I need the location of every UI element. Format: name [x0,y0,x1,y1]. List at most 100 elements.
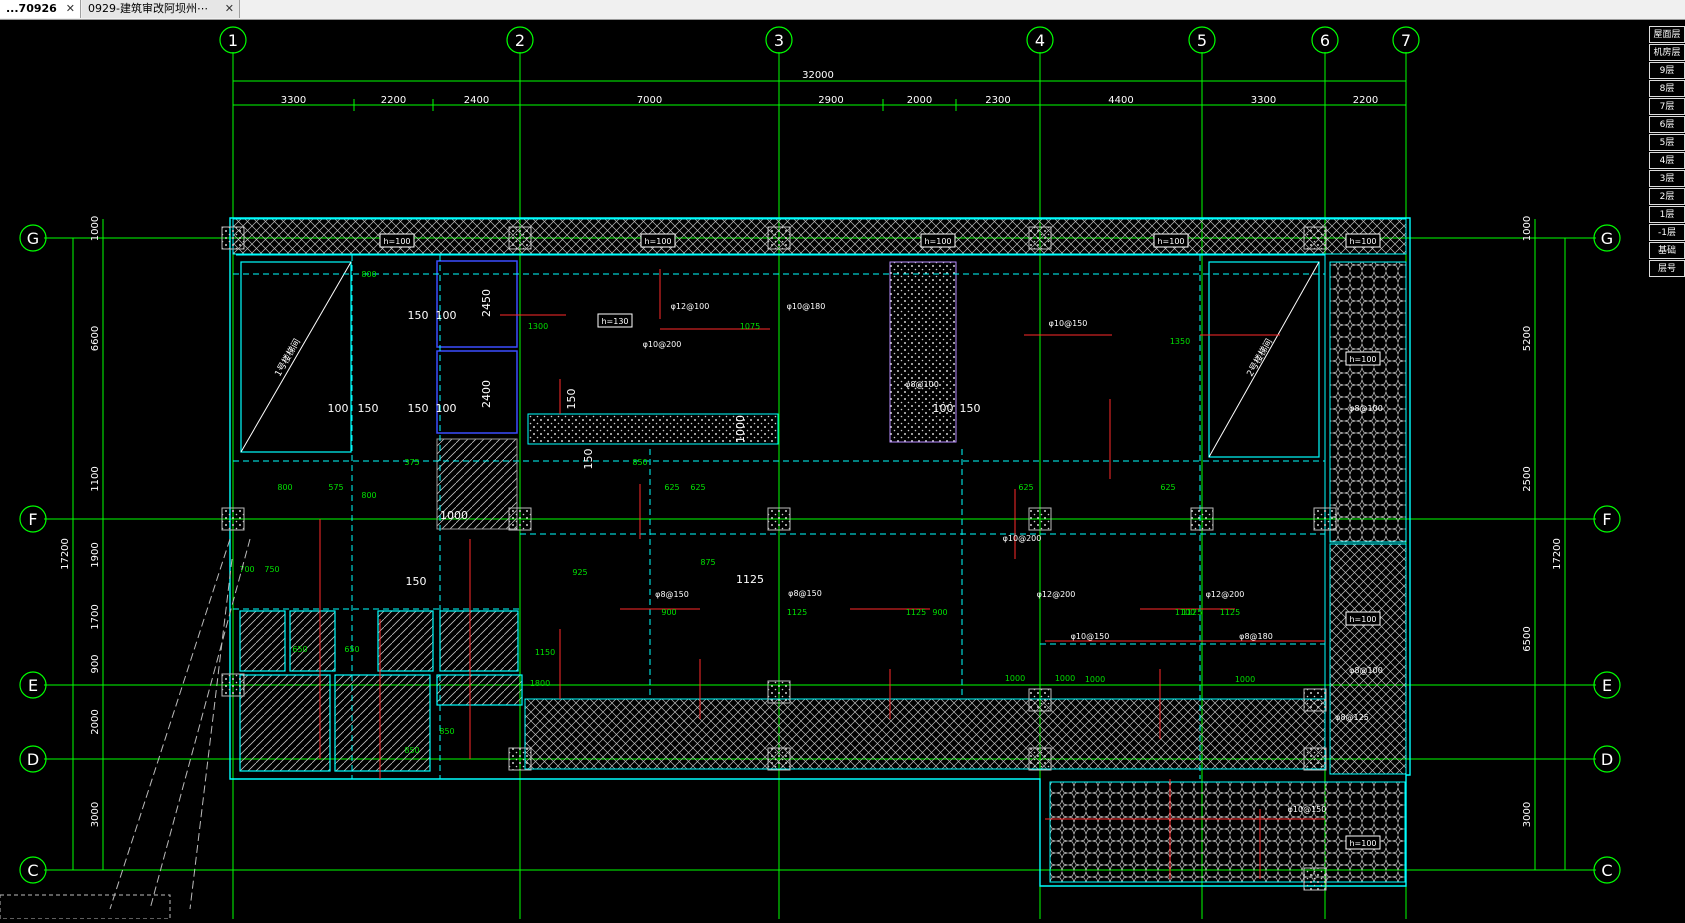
top-dimension-label: 2200 [381,95,406,106]
opening-dimension-label: 150 [582,449,595,470]
rebar-spec-label: φ8@180 [1239,632,1273,641]
left-dimension-label: 900 [90,654,101,673]
tab-label: 0929-建筑审改阿坝州⋯ [88,2,208,15]
grid-row-label: G [1601,229,1613,248]
opening-dimension-label: 150 [565,389,578,410]
top-dimension-label: 2000 [907,95,932,106]
rebar-spec-label: φ10@200 [643,340,682,349]
rebar-spec-label: φ8@150 [655,590,689,599]
opening-dimension-label: 1000 [734,415,747,443]
grid-column-label: 1 [228,31,238,50]
legend-row: 4层 [1649,152,1685,169]
left-dimension-label: 1900 [90,542,101,567]
slab-thickness-label: h=100 [1349,839,1376,848]
top-dimension-label: 2900 [818,95,843,106]
small-room-hatched [377,610,434,672]
structural-column [767,507,791,531]
rebar-length-label: 1075 [740,322,760,331]
elevator-shaft [436,350,518,434]
structural-column [1303,226,1327,250]
structural-column [221,673,245,697]
slab-hatch-area [1049,781,1406,883]
opening-dimension-label: 100 [328,402,349,415]
small-room-hatched [439,610,519,672]
right-dimension-label: 5200 [1522,326,1533,351]
grid-row-label: C [1601,861,1612,880]
left-dimension-label: 6600 [90,326,101,351]
rebar-spec-label: φ8@125 [1335,713,1369,722]
opening-dimension-label: 2450 [480,289,493,317]
structural-column [508,507,532,531]
tab-label: ...70926 [6,2,57,15]
tab-drawing-1[interactable]: ...70926 ✕ [0,0,81,18]
cad-drawing-canvas[interactable]: 1 2 3 4 5 6 7 G G F F E E D D C C 32000 3300 2200 2400 7000 29… [0,19,1685,920]
structural-column [767,747,791,771]
rebar-length-label: 1000 [1005,674,1025,683]
opening-dimension-label: 150 [406,575,427,588]
slab-thickness-label: h=100 [644,237,671,246]
top-dimension-label: 4400 [1108,95,1133,106]
rebar-spec-label: φ8@150 [788,589,822,598]
rebar-length-label: 800 [361,270,376,279]
rebar-length-label: 625 [1160,483,1175,492]
right-total-dimension: 17200 [1552,538,1563,570]
rebar-length-label: 1000 [1235,675,1255,684]
close-icon[interactable]: ✕ [66,0,75,18]
structural-column [508,226,532,250]
top-dimension-label: 7000 [637,95,662,106]
structural-column [508,747,532,771]
legend-row: 机房层 [1649,44,1685,61]
rebar-spec-label: φ10@150 [1071,632,1110,641]
floor-plan-drawing[interactable]: 1 2 3 4 5 6 7 G G F F E E D D C C 32000 3300 2200 2400 7000 29… [0,19,1685,920]
rebar-spec-label: φ10@180 [787,302,826,311]
rebar-length-label: 1300 [528,322,548,331]
small-room-hatched [436,674,523,706]
rebar-spec-label: φ12@200 [1206,590,1245,599]
opening-dimension-label: 150 [358,402,379,415]
legend-row: 层号 [1649,260,1685,277]
structural-column [1190,507,1214,531]
slab-thickness-label: h=130 [601,317,628,326]
legend-row: 6层 [1649,116,1685,133]
small-room-hatched [334,674,431,772]
structural-column [1028,747,1052,771]
grid-row-label: D [27,750,39,769]
legend-row: 8层 [1649,80,1685,97]
slab-thickness-label: h=100 [1349,237,1376,246]
stair-diagonal [240,261,352,453]
grid-row-label: F [28,510,37,529]
rebar-length-label: 625 [664,483,679,492]
small-room-hatched [289,610,336,672]
tab-bar: ...70926 ✕ 0929-建筑审改阿坝州⋯ ✕ [0,0,1685,20]
rebar-length-label: 625 [1018,483,1033,492]
rebar-length-label: 850 [439,727,454,736]
slab-hatch-band [524,698,1326,770]
rebar-spec-label: φ12@200 [1037,590,1076,599]
opening-dimension-label: 100 [436,309,457,322]
slab-hatch-area [1329,261,1407,543]
right-dimension-label: 1000 [1522,216,1533,241]
rebar-length-label: 900 [661,608,676,617]
slab-thickness-label: h=100 [924,237,951,246]
top-dimension-label: 3300 [1251,95,1276,106]
rebar-length-label: 925 [572,568,587,577]
slab-thickness-label: h=100 [1349,615,1376,624]
tab-drawing-2[interactable]: 0929-建筑审改阿坝州⋯ ✕ [82,0,240,18]
rebar-length-label: 800 [361,491,376,500]
rebar-length-label: 1150 [535,648,555,657]
rebar-length-label: 875 [700,558,715,567]
structural-column [1028,688,1052,712]
grid-column-label: 7 [1401,31,1411,50]
opening-dimension-label: 150 [408,309,429,322]
slab-hatch-area [889,261,957,443]
rebar-length-label: 625 [690,483,705,492]
rebar-spec-label: φ12@100 [671,302,710,311]
small-room-hatched [239,610,286,672]
opening-dimension-label: 150 [960,402,981,415]
slab-thickness-label: h=100 [1157,237,1184,246]
structural-column [1028,507,1052,531]
close-icon[interactable]: ✕ [225,0,234,18]
reference-dashed-line [149,538,251,910]
grid-row-label: D [1601,750,1613,769]
left-dimension-label: 1000 [90,216,101,241]
